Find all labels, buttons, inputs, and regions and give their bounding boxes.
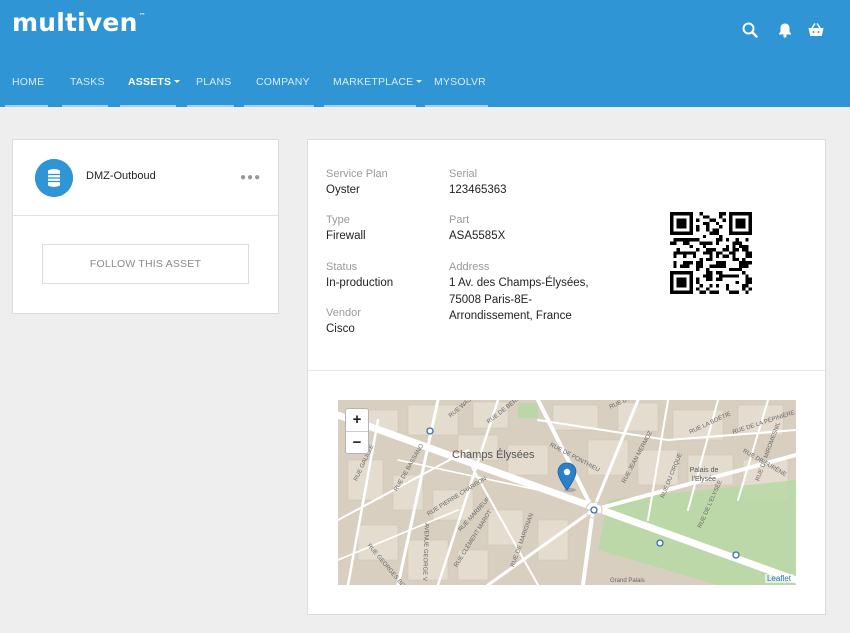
asset-name: DMZ-Outboud xyxy=(86,170,156,182)
service-plan-label: Service Plan xyxy=(326,168,388,180)
street-label: Grand Palais xyxy=(610,578,645,584)
serial-value: 123465363 xyxy=(449,184,507,196)
qr-code xyxy=(670,212,752,294)
divider xyxy=(308,370,825,371)
leaflet-attribution-link[interactable]: Leaflet xyxy=(764,574,793,583)
zoom-out-button[interactable]: − xyxy=(346,431,368,453)
main-nav: HOME TASKS ASSETS PLANS COMPANY MARKETPL… xyxy=(0,70,850,107)
more-dots-icon[interactable]: ●●● xyxy=(240,173,261,183)
chevron-down-icon xyxy=(416,79,423,83)
divider xyxy=(13,215,278,216)
address-value: 1 Av. des Champs-Élysées, 75008 Paris-8E… xyxy=(449,277,589,322)
asset-summary-card: DMZ-Outboud ●●● FOLLOW THIS ASSET xyxy=(12,139,279,314)
map-marker-icon[interactable] xyxy=(557,462,577,492)
nav-plans[interactable]: PLANS xyxy=(187,70,236,107)
type-value: Firewall xyxy=(326,230,366,242)
address-label: Address xyxy=(449,261,490,273)
status-label: Status xyxy=(326,261,358,273)
map-place-label: Champs Élysées xyxy=(452,449,535,461)
chevron-down-icon xyxy=(174,79,181,83)
service-plan-value: Oyster xyxy=(326,184,360,196)
status-value: In-production xyxy=(326,277,394,289)
nav-assets[interactable]: ASSETS xyxy=(120,70,181,107)
nav-marketplace[interactable]: MARKETPLACE xyxy=(324,70,423,107)
serial-label: Serial xyxy=(449,168,478,180)
nav-mysolvr[interactable]: MYSOLVR xyxy=(425,70,489,107)
location-map[interactable]: Champs Élysées Palais de l'Elysée RUE WA… xyxy=(338,400,796,585)
follow-asset-button[interactable]: FOLLOW THIS ASSET xyxy=(42,244,249,284)
type-label: Type xyxy=(326,214,350,226)
vendor-label: Vendor xyxy=(326,307,361,319)
nav-home[interactable]: HOME xyxy=(5,70,50,107)
multiven-logo[interactable]: multiven™ xyxy=(12,8,146,37)
asset-details-card: Service Plan Oyster Serial 123465363 Typ… xyxy=(307,139,826,615)
vendor-value: Cisco xyxy=(326,323,355,335)
nav-tasks[interactable]: TASKS xyxy=(62,70,110,107)
zoom-in-button[interactable]: + xyxy=(346,409,368,431)
top-header: multiven™ HOME TASKS ASSETS PLANS COMPAN… xyxy=(0,0,850,107)
map-zoom-control: + − xyxy=(345,408,369,454)
part-value: ASA5585X xyxy=(449,230,506,242)
router-icon xyxy=(35,159,73,197)
search-icon[interactable] xyxy=(741,21,759,39)
nav-company[interactable]: COMPANY xyxy=(244,70,316,107)
basket-icon[interactable] xyxy=(807,21,825,39)
bell-icon[interactable] xyxy=(776,21,794,39)
part-label: Part xyxy=(449,214,470,226)
